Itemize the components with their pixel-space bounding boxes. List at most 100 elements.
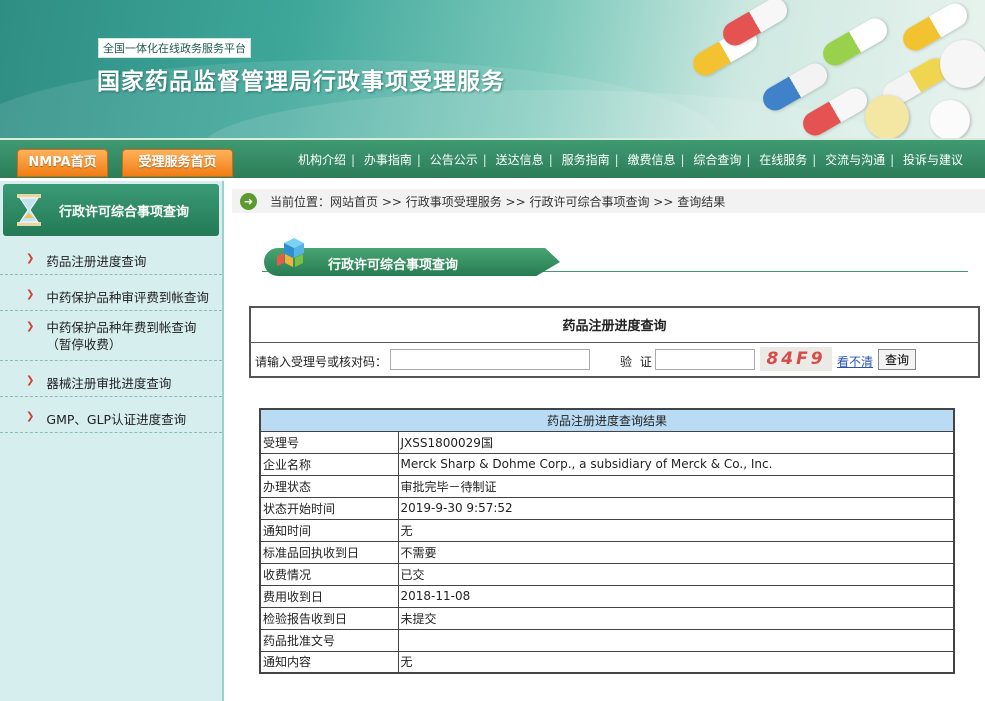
row-key: 企业名称 — [259, 452, 399, 476]
red-chevron-icon: ❯ — [26, 411, 35, 422]
sidebar-item-tcm-review-fee[interactable]: ❯ 中药保护品种审评费到帐查询 — [0, 275, 222, 311]
nav-links: 机构介绍 | 办事指南 | 公告公示 | 送达信息 | 服务指南 | 缴费信息 | 综合查询… — [298, 151, 963, 168]
row-value — [397, 628, 955, 652]
red-chevron-icon: ❯ — [26, 375, 35, 386]
pill-graphic — [818, 14, 892, 70]
row-value: 2019-9-30 9:57:52 — [397, 496, 955, 520]
table-row: 受理号 JXSS1800029国 — [259, 430, 955, 454]
red-chevron-icon: ❯ — [26, 321, 35, 332]
results-table: 药品注册进度查询结果 受理号 JXSS1800029国 企业名称 Merck Sha… — [259, 408, 955, 674]
table-row: 收费情况 已交 — [259, 562, 955, 586]
table-row: 标准品回执收到日 不需要 — [259, 540, 955, 564]
nav-separator: | — [416, 153, 421, 167]
red-chevron-icon: ❯ — [26, 253, 35, 264]
sidebar-title: 行政许可综合事项查询 — [59, 204, 190, 220]
row-key: 标准品回执收到日 — [259, 540, 399, 564]
table-row: 药品批准文号 — [259, 628, 955, 652]
nav-link-guide[interactable]: 办事指南 — [364, 153, 412, 167]
row-key: 通知时间 — [259, 518, 399, 542]
query-title: 药品注册进度查询 — [251, 308, 978, 343]
table-row: 费用收到日 2018-11-08 — [259, 584, 955, 608]
cube-stack-icon — [276, 236, 312, 272]
arrow-right-circle-icon: ➜ — [240, 192, 257, 210]
breadcrumb: ➜ 当前位置：网站首页 >> 行政事项受理服务 >> 行政许可综合事项查询 >>… — [232, 189, 985, 213]
sidebar: 行政许可综合事项查询 ❯ 药品注册进度查询 ❯ 中药保护品种审评费到帐查询 ❯ … — [0, 181, 224, 701]
platform-tag: 全国一体化在线政务服务平台 — [98, 38, 251, 58]
row-key: 收费情况 — [259, 562, 399, 586]
sidebar-item-drug-registration[interactable]: ❯ 药品注册进度查询 — [0, 239, 222, 275]
row-key: 状态开始时间 — [259, 496, 399, 520]
nav-separator: | — [812, 153, 817, 167]
hourglass-icon — [15, 193, 43, 227]
nav-link-about[interactable]: 机构介绍 — [298, 153, 346, 167]
table-row: 办理状态 审批完毕－待制证 — [259, 474, 955, 498]
section-title: 行政许可综合事项查询 — [328, 258, 459, 273]
table-row: 企业名称 Merck Sharp & Dohme Corp., a subsidi… — [259, 452, 955, 476]
row-value: 无 — [397, 518, 955, 542]
row-value: 不需要 — [397, 540, 955, 564]
results-title: 药品注册进度查询结果 — [259, 408, 955, 432]
nav-separator: | — [482, 153, 487, 167]
nav-separator: | — [548, 153, 553, 167]
query-row: 请输入受理号或核对码： 验 证 码： 84F9 看不清 查询 — [251, 343, 978, 377]
sidebar-item-label: GMP、GLP认证进度查询 — [46, 412, 187, 427]
nav-separator: | — [746, 153, 751, 167]
sidebar-item-label: 中药保护品种年费到帐查询（暂停收费） — [46, 320, 197, 352]
nav-link-delivery[interactable]: 送达信息 — [496, 153, 544, 167]
row-key: 办理状态 — [259, 474, 399, 498]
table-row: 通知时间无 — [259, 518, 955, 542]
nmpa-home-button[interactable]: NMPA首页 — [17, 149, 108, 177]
table-row: 检验报告收到日 未提交 — [259, 606, 955, 630]
sidebar-item-label: 器械注册审批进度查询 — [46, 376, 172, 391]
site-title: 国家药品监督管理局行政事项受理服务 — [97, 69, 505, 95]
row-value: JXSS1800029国 — [397, 430, 955, 454]
row-key: 药品批准文号 — [259, 628, 399, 652]
tablet-graphic — [865, 95, 909, 139]
section-banner: 行政许可综合事项查询 — [262, 238, 968, 278]
row-value: 2018-11-08 — [397, 584, 955, 608]
captcha-input[interactable] — [655, 349, 755, 370]
site-banner: 全国一体化在线政务服务平台 国家药品监督管理局行政事项受理服务 — [0, 0, 985, 140]
row-key: 受理号 — [259, 430, 399, 454]
row-value: 未提交 — [397, 606, 955, 630]
sidebar-item-tcm-annual-fee[interactable]: ❯ 中药保护品种年费到帐查询（暂停收费） — [0, 311, 222, 361]
row-value: 无 — [397, 650, 955, 674]
captcha-refresh-link[interactable]: 看不清 — [837, 353, 873, 370]
row-value: 审批完毕－待制证 — [397, 474, 955, 498]
nav-separator: | — [614, 153, 619, 167]
main-nav: NMPA首页 受理服务首页 机构介绍 | 办事指南 | 公告公示 | 送达信息 | 服务… — [0, 138, 985, 178]
sidebar-item-gmp-glp[interactable]: ❯ GMP、GLP认证进度查询 — [0, 397, 222, 433]
nav-separator: | — [890, 153, 895, 167]
service-home-button[interactable]: 受理服务首页 — [122, 149, 233, 177]
sidebar-item-device-registration[interactable]: ❯ 器械注册审批进度查询 — [0, 361, 222, 397]
query-button[interactable]: 查询 — [878, 349, 916, 370]
tablet-graphic — [930, 100, 970, 140]
breadcrumb-text: 当前位置：网站首页 >> 行政事项受理服务 >> 行政许可综合事项查询 >> 查… — [270, 194, 726, 209]
acceptance-number-input[interactable] — [390, 349, 590, 370]
nav-link-complaint[interactable]: 投诉与建议 — [903, 153, 963, 167]
nav-separator: | — [680, 153, 685, 167]
row-value: 已交 — [397, 562, 955, 586]
red-chevron-icon: ❯ — [26, 289, 35, 300]
tablet-graphic — [940, 40, 985, 88]
sidebar-header: 行政许可综合事项查询 — [3, 184, 219, 236]
nav-link-notice[interactable]: 公告公示 — [430, 153, 478, 167]
nav-separator: | — [351, 153, 356, 167]
nav-link-query[interactable]: 综合查询 — [693, 153, 741, 167]
sidebar-item-label: 药品注册进度查询 — [46, 254, 147, 269]
captcha-image[interactable]: 84F9 — [760, 347, 832, 371]
nav-link-payment[interactable]: 缴费信息 — [627, 153, 675, 167]
query-form: 药品注册进度查询 请输入受理号或核对码： 验 证 码： 84F9 看不清 查询 — [249, 306, 980, 378]
nav-link-service-guide[interactable]: 服务指南 — [562, 153, 610, 167]
table-row: 通知内容无 — [259, 650, 955, 674]
nav-link-online[interactable]: 在线服务 — [759, 153, 807, 167]
row-value: Merck Sharp & Dohme Corp., a subsidiary … — [397, 452, 955, 476]
results-header-row: 药品注册进度查询结果 — [259, 408, 955, 432]
row-key: 检验报告收到日 — [259, 606, 399, 630]
acceptance-number-label: 请输入受理号或核对码： — [255, 355, 388, 369]
row-key: 费用收到日 — [259, 584, 399, 608]
row-key: 通知内容 — [259, 650, 399, 674]
nav-link-communication[interactable]: 交流与沟通 — [825, 153, 885, 167]
table-row: 状态开始时间 2019-9-30 9:57:52 — [259, 496, 955, 520]
sidebar-item-label: 中药保护品种审评费到帐查询 — [46, 290, 209, 305]
